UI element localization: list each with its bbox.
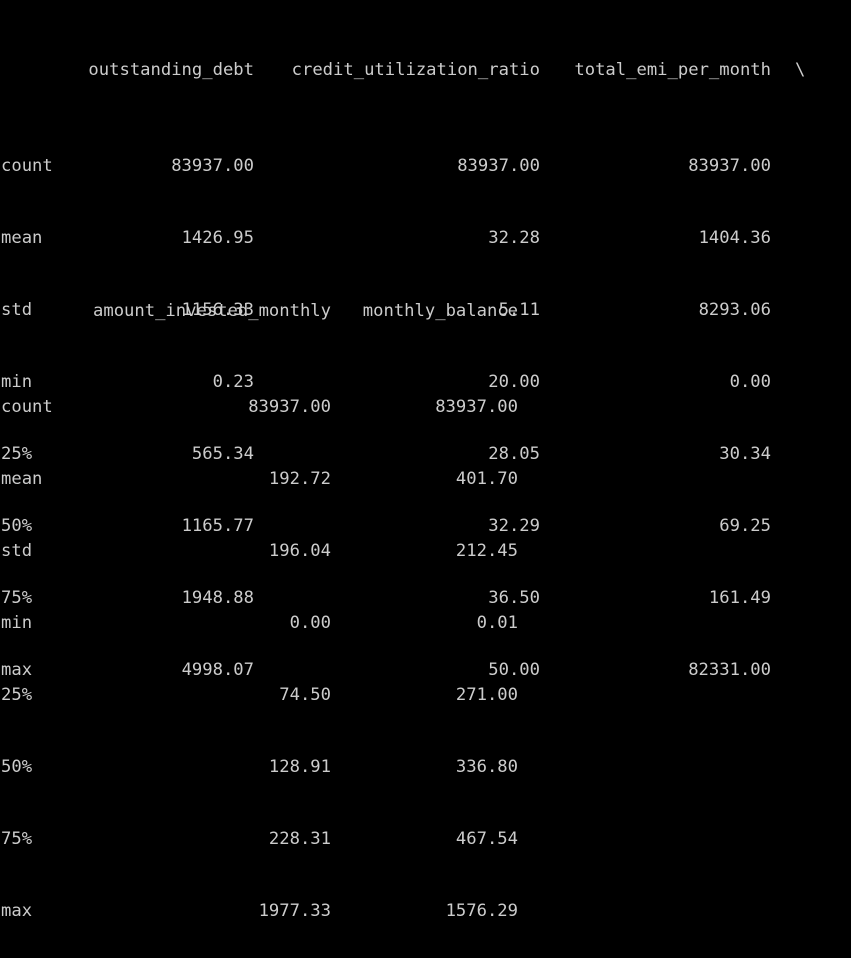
table-cell: 32.28 <box>488 228 540 248</box>
table-cell: 1948.88 <box>181 588 254 608</box>
table-cell: 1977.33 <box>258 901 331 921</box>
table-cell: 161.49 <box>708 588 771 608</box>
row-label: 25% <box>1 685 33 705</box>
table-row: 25% 74.50 271.00 <box>0 683 518 707</box>
table-cell: 83937.00 <box>248 397 331 417</box>
table-cell: 83937.00 <box>457 156 540 176</box>
table-cell: 83937.00 <box>435 397 518 417</box>
row-label: 75% <box>1 829 33 849</box>
table-cell: 1165.77 <box>181 516 254 536</box>
row-label: count <box>1 397 53 417</box>
table-cell: 212.45 <box>455 541 518 561</box>
table-cell: 8293.06 <box>698 300 771 320</box>
table-cell: 1576.29 <box>445 901 518 921</box>
table-cell: 30.34 <box>719 444 771 464</box>
terminal-output: outstanding_debt credit_utilization_rati… <box>0 0 851 921</box>
table-cell: 0.00 <box>729 372 771 392</box>
table-cell: 28.05 <box>488 444 540 464</box>
table-row: max 1977.33 1576.29 <box>0 899 518 923</box>
row-label: mean <box>1 469 43 489</box>
table-row: 50% 128.91 336.80 <box>0 755 518 779</box>
table-row: count 83937.00 83937.00 83937.00 <box>0 154 771 178</box>
row-label: min <box>1 613 33 633</box>
table-cell: 565.34 <box>191 444 254 464</box>
table-cell: 1404.36 <box>698 228 771 248</box>
table-cell: 74.50 <box>279 685 331 705</box>
table-row: mean 192.72 401.70 <box>0 467 518 491</box>
column-header: outstanding_debt <box>88 60 254 80</box>
row-label: 50% <box>1 757 33 777</box>
table-cell: 196.04 <box>268 541 331 561</box>
row-label: std <box>1 541 33 561</box>
table-cell: 36.50 <box>488 588 540 608</box>
table-cell: 83937.00 <box>688 156 771 176</box>
table-cell: 0.23 <box>212 372 254 392</box>
line-continuation: \ <box>795 60 806 80</box>
table-row: 75% 228.31 467.54 <box>0 827 518 851</box>
table-cell: 4998.07 <box>181 660 254 680</box>
table-cell: 1426.95 <box>181 228 254 248</box>
table-cell: 192.72 <box>268 469 331 489</box>
table-cell: 32.29 <box>488 516 540 536</box>
column-header: amount_invested_monthly <box>93 301 331 321</box>
row-label: mean <box>1 228 43 248</box>
describe-table-2: amount_invested_monthly monthly_balance … <box>0 251 518 958</box>
table-cell: 69.25 <box>719 516 771 536</box>
table-cell: 336.80 <box>455 757 518 777</box>
row-label: max <box>1 901 33 921</box>
table-header: amount_invested_monthly monthly_balance <box>0 299 518 323</box>
table-cell: 467.54 <box>455 829 518 849</box>
table-row: count 83937.00 83937.00 <box>0 395 518 419</box>
table-row: std 196.04 212.45 <box>0 539 518 563</box>
row-label: count <box>1 156 53 176</box>
table-cell: 128.91 <box>268 757 331 777</box>
table-header: outstanding_debt credit_utilization_rati… <box>0 58 805 82</box>
table-cell: 0.01 <box>476 613 518 633</box>
table-cell: 20.00 <box>488 372 540 392</box>
column-header: monthly_balance <box>362 301 518 321</box>
table-cell: 50.00 <box>488 660 540 680</box>
table-cell: 82331.00 <box>688 660 771 680</box>
table-row: mean 1426.95 32.28 1404.36 <box>0 226 771 250</box>
table-cell: 228.31 <box>268 829 331 849</box>
table-cell: 0.00 <box>289 613 331 633</box>
table-cell: 271.00 <box>455 685 518 705</box>
column-header: credit_utilization_ratio <box>291 60 540 80</box>
table-row: min 0.00 0.01 <box>0 611 518 635</box>
table-cell: 401.70 <box>455 469 518 489</box>
column-header: total_emi_per_month <box>574 60 771 80</box>
table-cell: 83937.00 <box>171 156 254 176</box>
